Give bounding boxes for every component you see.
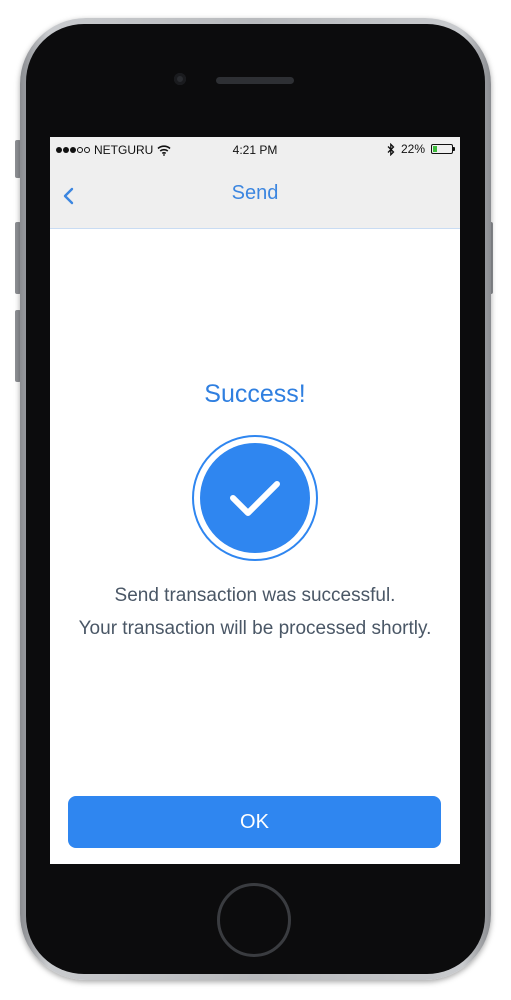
- battery-icon: [431, 144, 455, 154]
- success-message-line2: Your transaction will be processed short…: [78, 618, 432, 639]
- battery-level-fill: [433, 146, 437, 152]
- front-camera: [174, 73, 186, 85]
- app-screen: NETGURU 4:21 PM 22% Send Success! Send t…: [50, 137, 460, 864]
- home-button[interactable]: [217, 883, 291, 957]
- earpiece-speaker: [216, 77, 294, 84]
- bluetooth-icon: [387, 142, 395, 156]
- battery-percent: 22%: [400, 142, 425, 156]
- success-message-line1: Send transaction was successful.: [114, 585, 396, 606]
- navigation-bar: Send: [50, 163, 460, 229]
- status-right: 22%: [387, 142, 455, 156]
- ok-button[interactable]: OK: [68, 796, 441, 848]
- success-heading: Success!: [204, 380, 306, 408]
- status-bar: NETGURU 4:21 PM 22%: [50, 137, 460, 163]
- checkmark-icon: [192, 435, 318, 561]
- page-title: Send: [231, 182, 279, 204]
